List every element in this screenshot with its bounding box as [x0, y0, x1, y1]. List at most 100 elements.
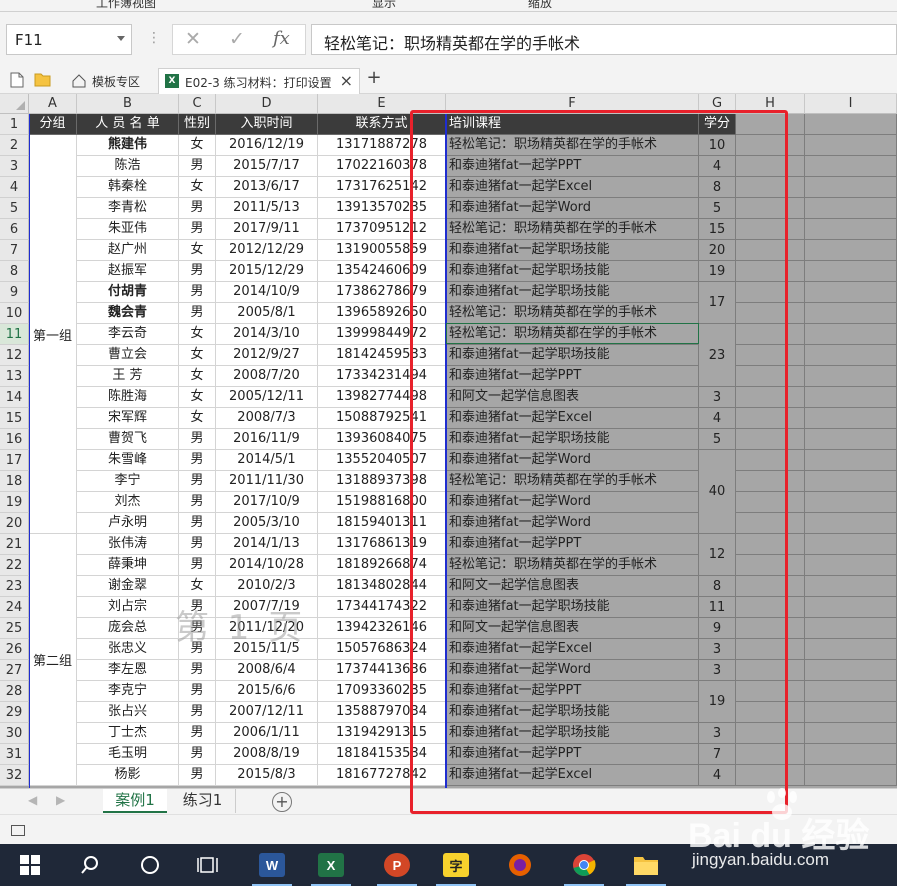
- scroll-right-icon[interactable]: ▶: [56, 793, 65, 807]
- cell-gender[interactable]: 男: [179, 261, 216, 282]
- cell-name[interactable]: 刘占宗: [77, 597, 179, 618]
- cell-date[interactable]: 2014/3/10: [216, 324, 318, 345]
- empty-cell[interactable]: [805, 618, 897, 639]
- firefox-app-button[interactable]: [492, 844, 548, 886]
- row-header[interactable]: 7: [0, 240, 29, 261]
- cell-gender[interactable]: 男: [179, 555, 216, 576]
- cell-date[interactable]: 2008/7/3: [216, 408, 318, 429]
- column-header[interactable]: B: [77, 94, 179, 114]
- cell-gender[interactable]: 男: [179, 744, 216, 765]
- row-header[interactable]: 20: [0, 513, 29, 534]
- cell-name[interactable]: 庞会总: [77, 618, 179, 639]
- cell-date[interactable]: 2013/6/17: [216, 177, 318, 198]
- row-header[interactable]: 9: [0, 282, 29, 303]
- empty-cell[interactable]: [805, 492, 897, 513]
- empty-cell[interactable]: [805, 576, 897, 597]
- empty-cell[interactable]: [805, 303, 897, 324]
- row-header[interactable]: 11: [0, 324, 29, 345]
- empty-cell[interactable]: [805, 282, 897, 303]
- tab-active-file[interactable]: X E02-3 练习材料：打印设置 ×: [158, 68, 360, 94]
- add-sheet-button[interactable]: +: [272, 792, 292, 812]
- group-cell[interactable]: 第一组: [29, 135, 77, 534]
- cell-gender[interactable]: 男: [179, 702, 216, 723]
- formula-input[interactable]: 轻松笔记：职场精英都在学的手帐术: [311, 24, 897, 55]
- row-header[interactable]: 25: [0, 618, 29, 639]
- cell-gender[interactable]: 女: [179, 387, 216, 408]
- row-header[interactable]: 30: [0, 723, 29, 744]
- row-header[interactable]: 3: [0, 156, 29, 177]
- row-header[interactable]: 32: [0, 765, 29, 786]
- cell-name[interactable]: 曹立会: [77, 345, 179, 366]
- header-cell-date[interactable]: 入职时间: [216, 114, 318, 135]
- name-box[interactable]: F11: [6, 24, 132, 55]
- cell-name[interactable]: 陈浩: [77, 156, 179, 177]
- empty-cell[interactable]: [805, 534, 897, 555]
- cell-gender[interactable]: 男: [179, 450, 216, 471]
- cell-name[interactable]: 张忠义: [77, 639, 179, 660]
- cell-gender[interactable]: 男: [179, 660, 216, 681]
- cell-date[interactable]: 2011/5/13: [216, 198, 318, 219]
- empty-cell[interactable]: [805, 471, 897, 492]
- header-cell-name[interactable]: 人 员 名 单: [77, 114, 179, 135]
- cell-name[interactable]: 王 芳: [77, 366, 179, 387]
- cell-name[interactable]: 李云奇: [77, 324, 179, 345]
- empty-cell[interactable]: [805, 345, 897, 366]
- cell-name[interactable]: 朱雪峰: [77, 450, 179, 471]
- excel-app-button[interactable]: X: [303, 844, 359, 886]
- ribbon-label-zoom[interactable]: 缩放: [528, 0, 552, 11]
- confirm-icon[interactable]: ✓: [229, 28, 245, 50]
- zi-app-button[interactable]: 字: [428, 844, 484, 886]
- cell-name[interactable]: 杨影: [77, 765, 179, 786]
- search-button[interactable]: [62, 844, 118, 886]
- cell-date[interactable]: 2015/12/29: [216, 261, 318, 282]
- cell-gender[interactable]: 女: [179, 366, 216, 387]
- folder-icon[interactable]: [34, 72, 51, 91]
- cell-name[interactable]: 李宁: [77, 471, 179, 492]
- powerpoint-app-button[interactable]: P: [369, 844, 425, 886]
- cell-date[interactable]: 2006/1/11: [216, 723, 318, 744]
- row-header[interactable]: 23: [0, 576, 29, 597]
- column-header[interactable]: C: [179, 94, 216, 114]
- column-header[interactable]: I: [805, 94, 897, 114]
- cell-gender[interactable]: 男: [179, 429, 216, 450]
- cell-gender[interactable]: 男: [179, 723, 216, 744]
- group-cell[interactable]: 第二组: [29, 534, 77, 786]
- empty-cell[interactable]: [805, 156, 897, 177]
- cell-name[interactable]: 赵振军: [77, 261, 179, 282]
- cell-gender[interactable]: 男: [179, 156, 216, 177]
- cell-gender[interactable]: 女: [179, 240, 216, 261]
- close-icon[interactable]: ×: [340, 71, 353, 90]
- empty-cell[interactable]: [805, 135, 897, 156]
- cell-date[interactable]: 2015/8/3: [216, 765, 318, 786]
- cell-date[interactable]: 2007/12/11: [216, 702, 318, 723]
- cell-name[interactable]: 魏会青: [77, 303, 179, 324]
- cell-gender[interactable]: 男: [179, 198, 216, 219]
- column-header[interactable]: A: [29, 94, 77, 114]
- row-header[interactable]: 14: [0, 387, 29, 408]
- cell-gender[interactable]: 女: [179, 135, 216, 156]
- row-header[interactable]: 21: [0, 534, 29, 555]
- cell-name[interactable]: 宋军辉: [77, 408, 179, 429]
- cell-name[interactable]: 韩秦栓: [77, 177, 179, 198]
- empty-cell[interactable]: [805, 408, 897, 429]
- row-header[interactable]: 16: [0, 429, 29, 450]
- cell-name[interactable]: 李左恩: [77, 660, 179, 681]
- empty-cell[interactable]: [805, 702, 897, 723]
- cell-date[interactable]: 2010/2/3: [216, 576, 318, 597]
- cell-name[interactable]: 陈胜海: [77, 387, 179, 408]
- insert-function-icon[interactable]: fx: [273, 28, 290, 49]
- task-view-button[interactable]: [180, 844, 236, 886]
- empty-cell[interactable]: [805, 219, 897, 240]
- cell-name[interactable]: 张占兴: [77, 702, 179, 723]
- chevron-down-icon[interactable]: [117, 36, 125, 41]
- cell-name[interactable]: 赵广州: [77, 240, 179, 261]
- row-header[interactable]: 29: [0, 702, 29, 723]
- row-header[interactable]: 27: [0, 660, 29, 681]
- empty-cell[interactable]: [805, 513, 897, 534]
- cell-date[interactable]: 2005/12/11: [216, 387, 318, 408]
- empty-cell[interactable]: [805, 450, 897, 471]
- empty-cell[interactable]: [805, 366, 897, 387]
- cell-date[interactable]: 2008/6/4: [216, 660, 318, 681]
- cell-gender[interactable]: 男: [179, 282, 216, 303]
- cell-name[interactable]: 毛玉明: [77, 744, 179, 765]
